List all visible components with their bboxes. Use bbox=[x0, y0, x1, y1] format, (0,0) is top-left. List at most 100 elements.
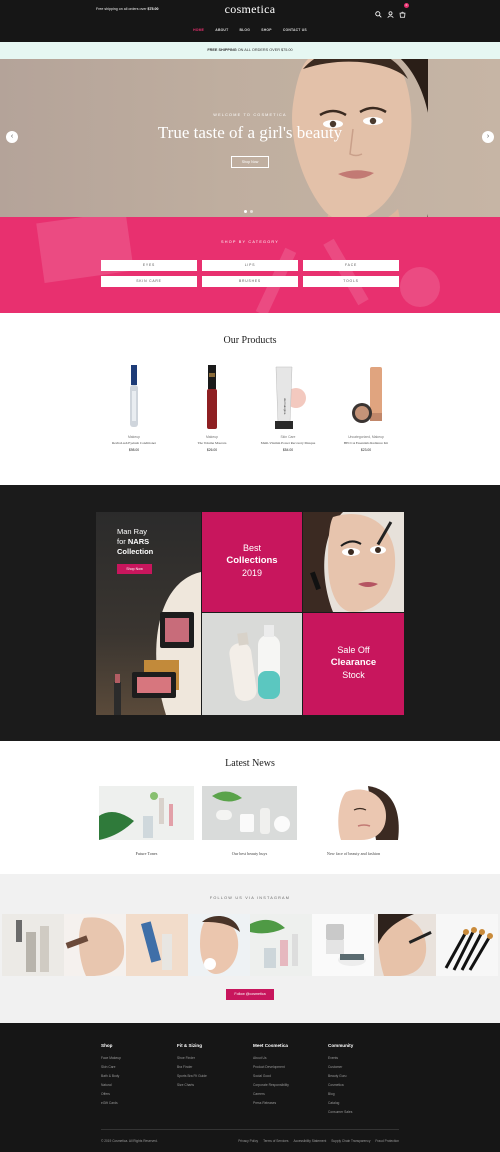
instagram-photo[interactable] bbox=[64, 914, 126, 976]
news-title: Latest News bbox=[225, 758, 275, 769]
instagram-photo[interactable] bbox=[2, 914, 64, 976]
category-face[interactable]: FACE bbox=[303, 260, 399, 271]
promo-model-image bbox=[303, 512, 396, 612]
product-image bbox=[352, 367, 382, 423]
footer-link[interactable]: Offers bbox=[101, 1090, 121, 1099]
news-caption[interactable]: Future Tones bbox=[99, 851, 194, 856]
footer-link[interactable]: Bra Finder bbox=[177, 1063, 207, 1072]
footer-link[interactable]: Customer bbox=[328, 1063, 353, 1072]
slider-prev-button[interactable]: ‹ bbox=[6, 131, 18, 143]
product-card[interactable]: Makeup RevitaLash Eyelash Conditioner $9… bbox=[104, 363, 164, 452]
hero-slider: WELCOME TO COSMETICA True taste of a gir… bbox=[0, 59, 500, 217]
product-card[interactable]: Uncategorized, Makeup BECCA Essentials R… bbox=[336, 363, 396, 452]
footer-link[interactable]: Shoe Finder bbox=[177, 1054, 207, 1063]
cart-icon[interactable]: 0 bbox=[399, 3, 409, 18]
footer-link[interactable]: Face Makeup bbox=[101, 1054, 121, 1063]
product-name[interactable]: BECCA Essentials Radiance Kit bbox=[336, 441, 396, 445]
footer-link[interactable]: Careers bbox=[253, 1090, 289, 1099]
promo-best-collections-tile[interactable]: Best Collections 2019 bbox=[202, 512, 302, 612]
nav-shop[interactable]: SHOP bbox=[261, 28, 271, 32]
instagram-photo[interactable] bbox=[126, 914, 188, 976]
footer-link[interactable]: Size Charts bbox=[177, 1081, 207, 1090]
footer-col-community: Community Events Customer Beauty Guru Co… bbox=[328, 1043, 353, 1117]
slider-next-button[interactable]: › bbox=[482, 131, 494, 143]
product-category: Makeup bbox=[205, 435, 219, 439]
product-price: $26.00 bbox=[206, 448, 218, 452]
instagram-photo[interactable] bbox=[374, 914, 436, 976]
nav-home[interactable]: HOME bbox=[193, 28, 204, 32]
site-logo[interactable]: cosmetica bbox=[0, 2, 500, 17]
slider-dot-1[interactable] bbox=[244, 210, 247, 213]
instagram-photo[interactable] bbox=[188, 914, 250, 976]
category-eyes[interactable]: EYES bbox=[101, 260, 197, 271]
footer-col-fit-sizing: Fit & Sizing Shoe Finder Bra Finder Spor… bbox=[177, 1043, 207, 1090]
promo-nars-tile[interactable]: Man Ray for NARS Collection Shop Now bbox=[96, 512, 201, 715]
nav-about[interactable]: ABOUT bbox=[215, 28, 228, 32]
promo-sale-line1: Sale Off bbox=[337, 645, 370, 655]
instagram-follow-button[interactable]: Follow @cosmetica bbox=[226, 989, 274, 1000]
legal-link[interactable]: Accessibility Statement bbox=[293, 1139, 326, 1143]
product-name[interactable]: Multi-Vitamin Power Recovery Masque bbox=[258, 441, 318, 445]
footer-link[interactable]: Consumer Sales bbox=[328, 1108, 353, 1117]
hero-shop-now-button[interactable]: Shop Now bbox=[231, 156, 269, 168]
promo-best-line2: Collections bbox=[226, 555, 278, 566]
our-products-section: Our Products Makeup RevitaLash Eyelash C… bbox=[0, 313, 500, 485]
footer-link[interactable]: Catalog bbox=[328, 1099, 353, 1108]
promo-nars-brand: NARS bbox=[127, 537, 150, 546]
product-image: dermalogica bbox=[275, 366, 306, 429]
news-caption[interactable]: Our best beauty buys bbox=[202, 851, 297, 856]
slider-dot-2[interactable] bbox=[250, 210, 253, 213]
footer-link[interactable]: About Us bbox=[253, 1054, 289, 1063]
footer-link[interactable]: Skin Care bbox=[101, 1063, 121, 1072]
footer-link[interactable]: Sports Bra Fit Guide bbox=[177, 1072, 207, 1081]
instagram-photo[interactable] bbox=[250, 914, 312, 976]
product-category: Makeup bbox=[127, 435, 141, 439]
promo-clearance-tile[interactable]: Sale Off Clearance Stock bbox=[303, 613, 404, 715]
footer-link[interactable]: Beauty Guru bbox=[328, 1072, 353, 1081]
product-category: Uncategorized, Makeup bbox=[348, 435, 384, 439]
footer-link[interactable]: Bath & Body bbox=[101, 1072, 121, 1081]
footer-link[interactable]: eGift Cards bbox=[101, 1099, 121, 1108]
category-brushes[interactable]: BRUSHES bbox=[202, 276, 298, 287]
nav-contact[interactable]: CONTACT US bbox=[283, 28, 307, 32]
legal-link[interactable]: Fraud Protection bbox=[375, 1139, 399, 1143]
legal-link[interactable]: Supply Chain Transparency bbox=[331, 1139, 370, 1143]
legal-link[interactable]: Terms of Services bbox=[263, 1139, 288, 1143]
footer-link[interactable]: Corporate Responsibility bbox=[253, 1081, 289, 1090]
main-nav: HOME ABOUT BLOG SHOP CONTACT US bbox=[0, 28, 500, 32]
promo-bottles-tile[interactable] bbox=[202, 613, 302, 715]
shop-by-category: SHOP BY CATEGORY EYES LIPS FACE SKIN CAR… bbox=[0, 217, 500, 313]
instagram-photo[interactable] bbox=[312, 914, 374, 976]
search-icon[interactable] bbox=[375, 5, 382, 18]
category-lips[interactable]: LIPS bbox=[202, 260, 298, 271]
footer-col-title: Fit & Sizing bbox=[177, 1043, 203, 1048]
category-heading: SHOP BY CATEGORY bbox=[221, 240, 279, 244]
footer-link[interactable]: Product Development bbox=[253, 1063, 289, 1072]
news-caption[interactable]: New face of beauty and fashion bbox=[306, 851, 401, 856]
footer-link[interactable]: Natural bbox=[101, 1081, 121, 1090]
instagram-photo[interactable] bbox=[436, 914, 498, 976]
product-category: Skin Care bbox=[280, 435, 296, 439]
footer-link[interactable]: Events bbox=[328, 1054, 353, 1063]
product-card[interactable]: Makeup The Volume Mascara $26.00 bbox=[182, 363, 242, 452]
category-grid: EYES LIPS FACE SKIN CARE BRUSHES TOOLS bbox=[101, 260, 399, 287]
category-tools[interactable]: TOOLS bbox=[303, 276, 399, 287]
promo-makeup-model-tile[interactable] bbox=[303, 512, 404, 612]
product-name[interactable]: RevitaLash Eyelash Conditioner bbox=[104, 441, 164, 445]
slider-dots bbox=[244, 210, 253, 213]
product-card[interactable]: dermalogica Skin Care Multi-Vitamin Powe… bbox=[258, 363, 318, 452]
nav-blog[interactable]: BLOG bbox=[240, 28, 251, 32]
instagram-section: FOLLOW US VIA INSTAGRAM Follow @cosmetic… bbox=[0, 874, 500, 1023]
category-skin-care[interactable]: SKIN CARE bbox=[101, 276, 197, 287]
news-card[interactable]: Our best beauty buys bbox=[202, 786, 297, 856]
footer-link[interactable]: Cosmetica bbox=[328, 1081, 353, 1090]
promo-nars-shop-button[interactable]: Shop Now bbox=[117, 564, 152, 574]
user-icon[interactable] bbox=[387, 5, 394, 18]
footer-link[interactable]: Social Good bbox=[253, 1072, 289, 1081]
news-card[interactable]: New face of beauty and fashion bbox=[306, 786, 401, 856]
product-name[interactable]: The Volume Mascara bbox=[182, 441, 242, 445]
footer-link[interactable]: Press Releases bbox=[253, 1099, 289, 1108]
legal-link[interactable]: Privacy Policy bbox=[238, 1139, 258, 1143]
news-card[interactable]: Future Tones bbox=[99, 786, 194, 856]
footer-link[interactable]: Blog bbox=[328, 1090, 353, 1099]
